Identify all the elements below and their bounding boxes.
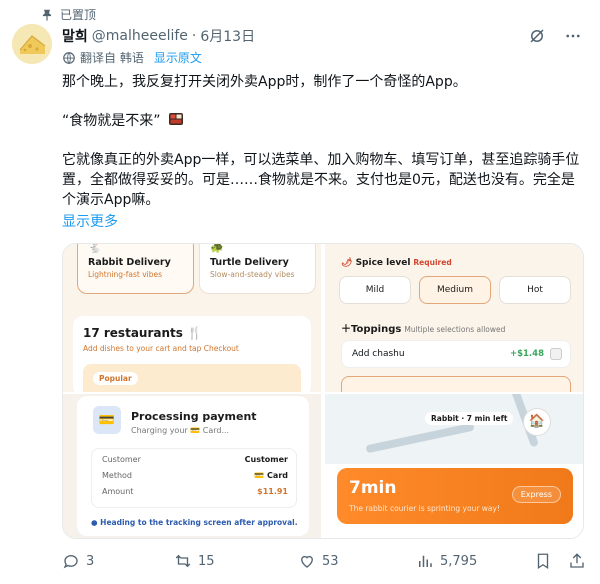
pinned-label: 已置顶: [60, 8, 97, 22]
repost-icon: [175, 554, 191, 568]
payment-sub: Charging your 💳 Card...: [131, 426, 230, 435]
bookmark-button[interactable]: [534, 552, 552, 570]
popular-badge: Popular: [93, 372, 138, 385]
heart-icon: [301, 555, 313, 568]
translation-bar: 翻译自 韩语 显示原文: [62, 49, 202, 66]
spice-option-medium: Medium: [419, 276, 491, 304]
media-panel-payment[interactable]: 💳 Processing payment Charging your 💳 Car…: [63, 394, 321, 538]
eta-card: 7min The rabbit courier is sprinting you…: [337, 468, 573, 524]
eta-sub: The rabbit courier is sprinting your way…: [349, 504, 500, 513]
media-grid[interactable]: 🐇 Rabbit Delivery Lightning-fast vibes 🐢…: [62, 243, 584, 539]
separator-dot: ·: [191, 28, 197, 44]
payment-card: 💳 Processing payment Charging your 💳 Car…: [77, 396, 309, 536]
post-text-line-1: 那个晚上，我反复打开关闭外卖App时，制作了一个奇怪的App。: [62, 74, 467, 90]
bento-box-emoji-icon: [168, 113, 183, 125]
restaurants-card: 17 restaurants 🍴 Add dishes to your cart…: [73, 316, 311, 392]
rabbit-status-pill: Rabbit · 7 min left: [425, 412, 514, 425]
translate-icon: [63, 51, 75, 64]
share-icon: [570, 553, 584, 568]
map-road: [365, 422, 475, 454]
fork-knife-icon: 🍴: [187, 326, 203, 340]
restaurants-sub: Add dishes to your cart and tap Checkout: [83, 344, 239, 353]
toppings-note: Multiple selections allowed: [404, 325, 506, 334]
media-panel-delivery[interactable]: 🐇 Rabbit Delivery Lightning-fast vibes 🐢…: [63, 244, 321, 392]
repost-button[interactable]: 15: [174, 552, 215, 570]
action-bar: 3 15 53 5,795: [62, 552, 588, 572]
spice-option-hot: Hot: [499, 276, 571, 304]
post-header: 말희 @malheeelife · 6月13日: [62, 26, 255, 46]
bookmark-icon: [537, 553, 549, 570]
reply-icon: [63, 555, 78, 569]
toppings-heading: ＋Toppings Multiple selections allowed: [341, 324, 506, 335]
header-icons: [528, 27, 582, 45]
post-quote-title: “食物就是不来”: [62, 113, 161, 129]
reply-count: 3: [86, 553, 95, 569]
express-badge: Express: [511, 486, 561, 503]
rabbit-icon: 🐇: [88, 244, 102, 254]
payment-details: Customer Customer Method 💳 Card Amount $11.…: [91, 448, 297, 508]
payment-row-customer: Customer Customer: [102, 455, 288, 464]
turtle-icon: 🐢: [210, 244, 224, 254]
card-icon: 💳: [93, 406, 121, 434]
post-text-line-2: “食物就是不来”: [62, 111, 588, 131]
spice-option-mild: Mild: [339, 276, 411, 304]
required-tag: Required: [413, 258, 452, 267]
popular-restaurant-card: Popular: [83, 364, 301, 392]
chili-icon: 🌶: [341, 258, 353, 268]
house-icon: 🏠: [523, 408, 551, 436]
rabbit-delivery-card: 🐇 Rabbit Delivery Lightning-fast vibes: [77, 244, 194, 294]
avatar-image: [12, 24, 52, 64]
eta-time: 7min: [349, 478, 397, 498]
show-more-link[interactable]: 显示更多: [62, 211, 118, 231]
reply-button[interactable]: 3: [62, 552, 94, 570]
like-button[interactable]: 53: [298, 552, 339, 570]
share-button[interactable]: [568, 552, 586, 570]
pin-icon: [42, 9, 52, 21]
checkbox-icon: [550, 348, 562, 360]
turtle-delivery-sub: Slow-and-steady vibes: [210, 270, 295, 279]
tracking-map: Rabbit · 7 min left 🏠: [325, 394, 583, 464]
turtle-delivery-title: Turtle Delivery: [210, 257, 289, 268]
author-name[interactable]: 말희: [62, 26, 88, 46]
topping-price: +$1.48: [509, 349, 544, 359]
plus-icon: ＋: [341, 324, 351, 335]
rabbit-delivery-title: Rabbit Delivery: [88, 257, 171, 268]
translation-label: 翻译自 韩语: [80, 51, 144, 65]
topping-row-selected: [341, 376, 571, 392]
turtle-delivery-card: 🐢 Turtle Delivery Slow-and-steady vibes: [199, 244, 316, 294]
rabbit-delivery-sub: Lightning-fast vibes: [88, 270, 163, 279]
show-original-link[interactable]: 显示原文: [154, 49, 202, 66]
topping-row: Add chashu +$1.48: [341, 340, 571, 368]
post-text-line-3: 它就像真正的外卖App一样，可以选菜单、加入购物车、填写订单，甚至追踪骑手位置，…: [62, 152, 580, 208]
grok-icon[interactable]: [528, 27, 546, 45]
payment-title: Processing payment: [131, 410, 257, 423]
views-count: 5,795: [440, 553, 478, 569]
restaurants-title: 17 restaurants 🍴: [83, 326, 203, 340]
topping-name: Add chashu: [352, 349, 405, 359]
more-icon[interactable]: [564, 27, 582, 45]
post-date[interactable]: 6月13日: [200, 26, 255, 46]
avatar[interactable]: [12, 24, 52, 64]
media-panel-tracking[interactable]: Rabbit · 7 min left 🏠 7min The rabbit co…: [325, 394, 583, 538]
views-chart-icon: [419, 555, 432, 567]
author-handle[interactable]: @malheeelife: [92, 28, 188, 44]
media-panel-options[interactable]: 🌶 Spice level Required Mild Medium Hot ＋T…: [325, 244, 583, 392]
spice-level-heading: 🌶 Spice level Required: [341, 258, 452, 268]
payment-row-method: Method 💳 Card: [102, 471, 288, 480]
repost-count: 15: [198, 553, 215, 569]
pinned-indicator: 已置顶: [40, 6, 96, 23]
views-button[interactable]: 5,795: [416, 552, 477, 570]
payment-row-amount: Amount $11.91: [102, 487, 288, 496]
like-count: 53: [322, 553, 339, 569]
payment-note: ● Heading to the tracking screen after a…: [91, 518, 298, 527]
info-dot-icon: ●: [91, 518, 98, 527]
